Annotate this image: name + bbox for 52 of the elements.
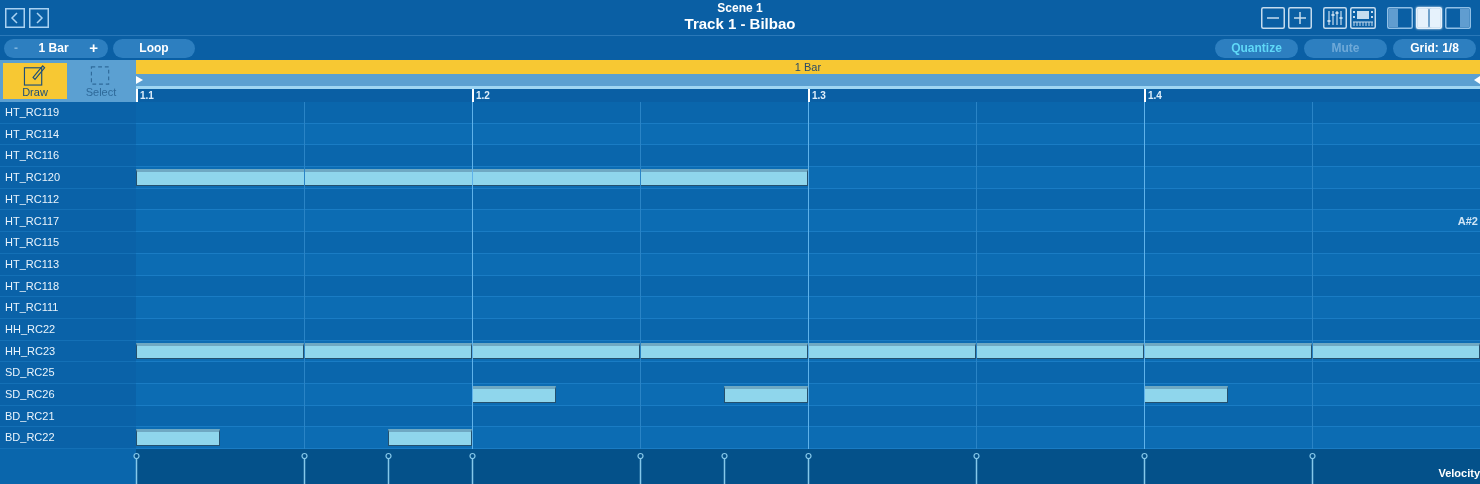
split-layout-icon[interactable] — [1416, 6, 1442, 29]
velocity-stem[interactable] — [973, 452, 980, 484]
mixer-icon[interactable] — [1323, 6, 1347, 29]
velocity-stem[interactable] — [805, 452, 812, 484]
loop-end-marker[interactable] — [1474, 76, 1480, 84]
velocity-stem[interactable] — [469, 452, 476, 484]
note-block[interactable] — [1312, 342, 1480, 360]
velocity-stem[interactable] — [385, 452, 392, 484]
note-block[interactable] — [388, 429, 472, 446]
velocity-stem[interactable] — [1309, 452, 1316, 484]
velocity-stem[interactable] — [1141, 452, 1148, 484]
note-lane[interactable] — [136, 167, 1480, 189]
note-lane[interactable]: A#2 — [136, 210, 1480, 233]
note-block[interactable] — [1144, 385, 1228, 403]
note-block[interactable] — [472, 385, 556, 403]
note-block[interactable] — [640, 342, 808, 360]
velocity-stem[interactable] — [301, 452, 308, 484]
zoom-in-icon[interactable] — [1288, 6, 1312, 29]
panel-layout-icon[interactable] — [1387, 6, 1413, 29]
note-block[interactable] — [304, 342, 472, 360]
track-title: Track 1 - Bilbao — [684, 15, 796, 33]
quantize-button[interactable]: Quantize — [1215, 38, 1298, 58]
note-block[interactable] — [1144, 342, 1312, 360]
note-block[interactable] — [136, 429, 220, 446]
pencil-icon — [23, 63, 47, 86]
keyboard-icon[interactable] — [1350, 6, 1376, 29]
note-block[interactable] — [724, 385, 808, 403]
note-block[interactable] — [136, 169, 808, 186]
note-block[interactable] — [472, 342, 640, 360]
velocity-stem[interactable] — [637, 452, 644, 484]
loop-region-bar[interactable]: 1 Bar — [136, 60, 1480, 74]
velocity-label: Velocity — [1438, 465, 1480, 481]
bar-length-value: 1 Bar — [38, 40, 69, 57]
note-block[interactable] — [136, 342, 304, 360]
scene-name: Scene 1 — [717, 1, 763, 15]
velocity-stem[interactable] — [133, 452, 140, 484]
note-lane[interactable] — [136, 383, 1480, 406]
bar-length-stepper[interactable]: - 1 Bar + — [4, 38, 108, 58]
back-icon[interactable] — [5, 7, 25, 28]
velocity-stem[interactable] — [721, 452, 728, 484]
draw-tool[interactable]: Draw — [3, 63, 67, 99]
note-lane[interactable] — [136, 427, 1480, 449]
forward-icon[interactable] — [29, 7, 49, 28]
pitch-label: A#2 — [1457, 213, 1478, 229]
zoom-out-icon[interactable] — [1261, 6, 1285, 29]
increment-button[interactable]: + — [89, 36, 98, 60]
loop-button[interactable]: Loop — [113, 38, 195, 58]
note-block[interactable] — [976, 342, 1144, 360]
panel-layout-icon[interactable] — [1445, 6, 1471, 29]
note-lane[interactable] — [136, 340, 1480, 363]
grid-button[interactable]: Grid: 1/8 — [1393, 38, 1476, 58]
note-block[interactable] — [808, 342, 976, 360]
